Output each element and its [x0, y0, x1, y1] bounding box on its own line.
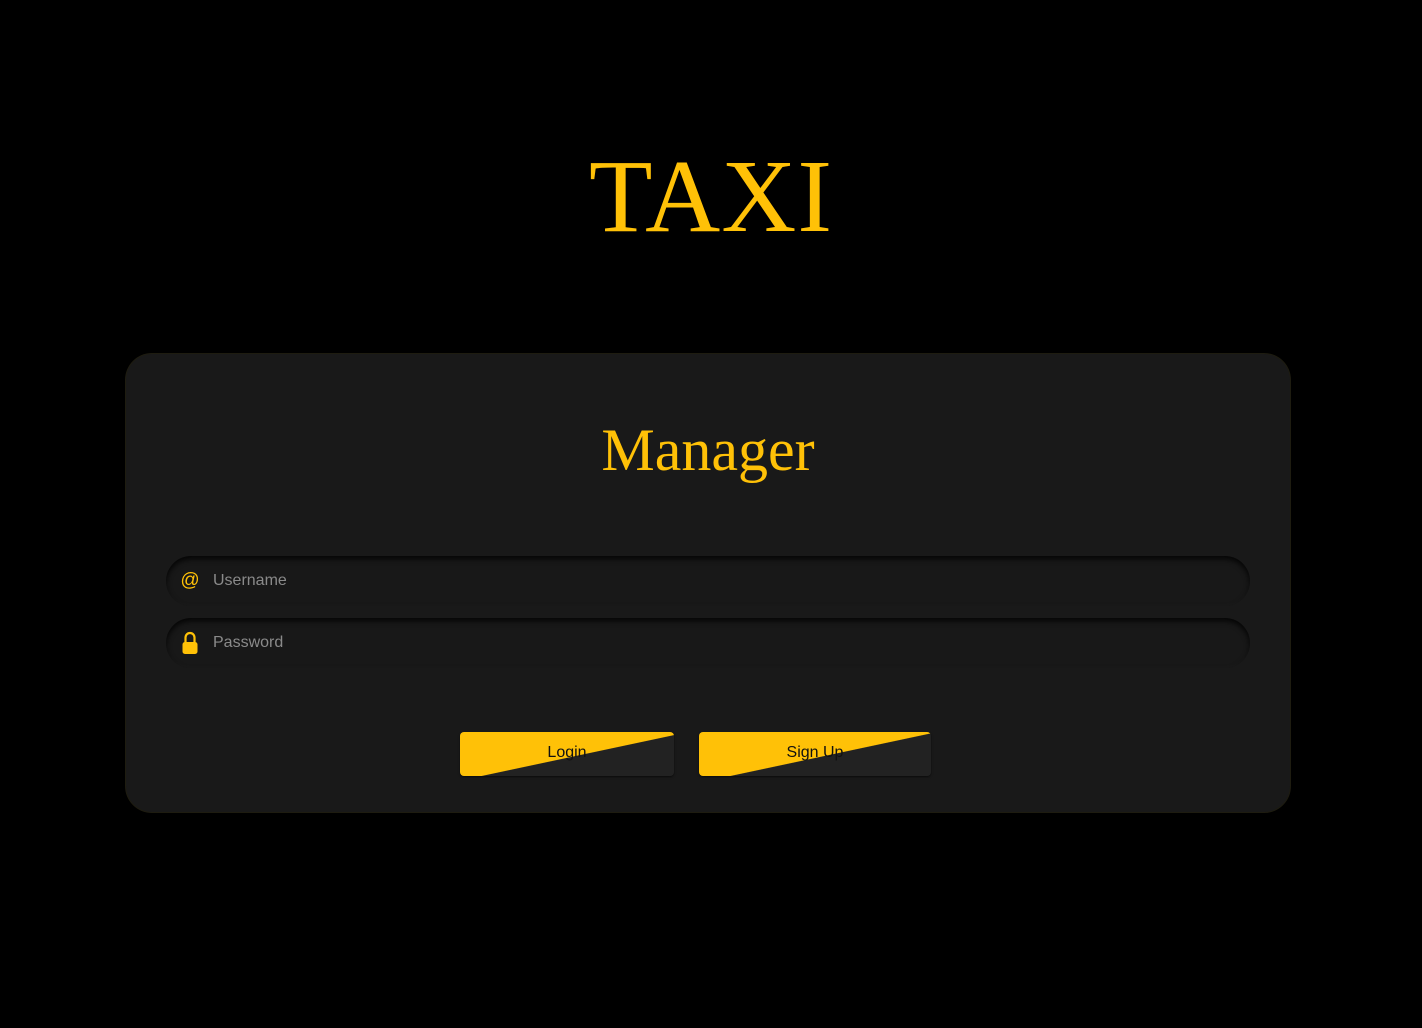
card-title: Manager: [601, 417, 815, 483]
at-icon: @: [180, 570, 200, 591]
password-field[interactable]: [166, 618, 1250, 668]
username-input[interactable]: [213, 556, 1233, 606]
lock-icon: [178, 618, 202, 668]
login-button[interactable]: Login: [460, 732, 674, 776]
password-input[interactable]: [213, 618, 1233, 668]
login-button-label: Login: [547, 744, 587, 761]
username-field[interactable]: @: [166, 556, 1250, 606]
brand-title: TAXI: [588, 139, 834, 254]
signup-button[interactable]: Sign Up: [699, 732, 931, 776]
signup-button-label: Sign Up: [786, 744, 844, 761]
